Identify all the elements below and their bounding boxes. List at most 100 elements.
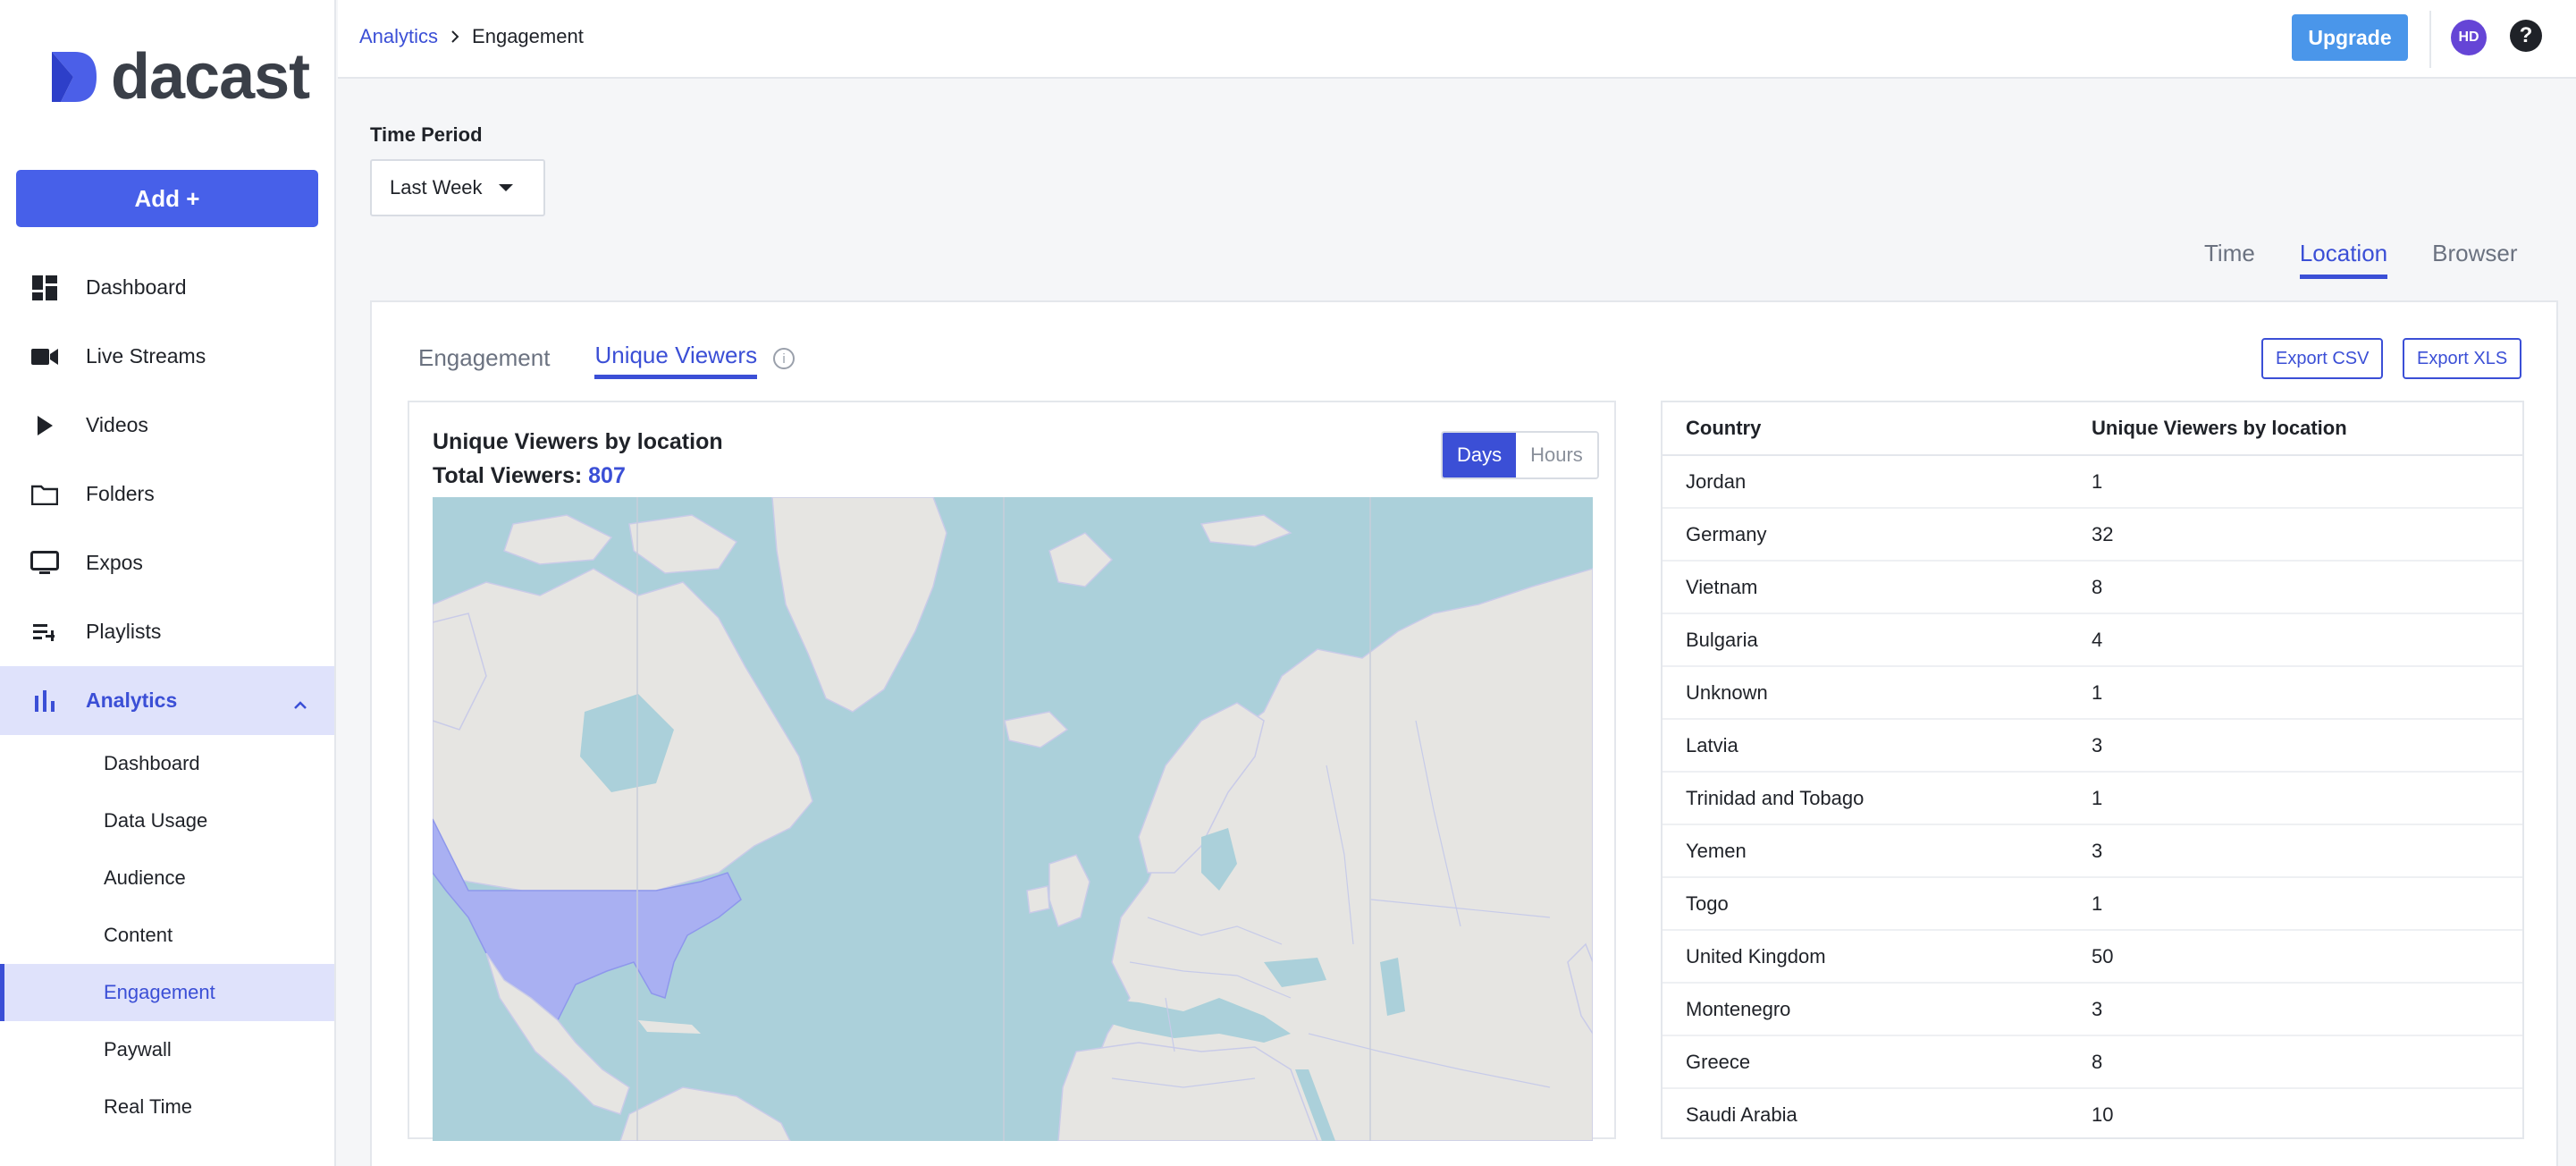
subnav-item-content[interactable]: Content: [0, 907, 334, 964]
tab-engagement[interactable]: Engagement: [418, 344, 550, 377]
table-row: Saudi Arabia 10: [1663, 1089, 2522, 1137]
play-icon: [30, 411, 59, 440]
logo[interactable]: dacast: [48, 41, 310, 113]
viewers-cell: 10: [2092, 1103, 2114, 1126]
country-cell: Trinidad and Tobago: [1686, 786, 1865, 809]
table-row: Trinidad and Tobago 1: [1663, 773, 2522, 825]
add-button[interactable]: Add +: [16, 170, 318, 227]
column-header-country[interactable]: Country: [1663, 417, 2092, 440]
sidebar-item-videos[interactable]: Videos: [0, 391, 334, 460]
info-icon[interactable]: i: [773, 348, 796, 369]
table-header: Country Unique Viewers by location: [1663, 402, 2522, 456]
sidebar-item-label: Analytics: [86, 689, 178, 712]
viewers-cell: 1: [2092, 680, 2103, 704]
table-body: Jordan 1 Germany 32 Vietnam 8 Bulgaria 4 Unknown…: [1663, 456, 2522, 1137]
sidebar-item-analytics[interactable]: Analytics: [0, 666, 334, 735]
viewers-cell: 3: [2092, 839, 2103, 862]
analytics-card: Engagement Unique Viewers i Export CSV E…: [370, 300, 2558, 1166]
world-map-svg: [433, 497, 1593, 1141]
avatar[interactable]: HD: [2451, 20, 2487, 55]
dimension-tabs: Time Location Browser: [2204, 240, 2517, 279]
table-row: Vietnam 8: [1663, 562, 2522, 614]
country-cell: Togo: [1686, 891, 1729, 915]
brand-name: dacast: [111, 41, 310, 113]
monitor-icon: [30, 549, 59, 578]
table-row: Togo 1: [1663, 878, 2522, 931]
top-header: Analytics Engagement: [338, 0, 2576, 79]
subnav-item-audience[interactable]: Audience: [0, 849, 334, 907]
export-csv-button[interactable]: Export CSV: [2261, 338, 2384, 379]
world-map[interactable]: [433, 497, 1593, 1141]
sidebar-item-label: Live Streams: [86, 344, 206, 368]
header-divider: [2429, 11, 2431, 68]
subnav-item-dashboard[interactable]: Dashboard: [0, 735, 334, 792]
country-cell: Unknown: [1686, 680, 1768, 704]
hours-toggle-button[interactable]: Hours: [1516, 433, 1597, 477]
subnav-item-engagement[interactable]: Engagement: [0, 964, 334, 1021]
table-row: Yemen 3: [1663, 825, 2522, 878]
chevron-right-icon: [450, 30, 459, 44]
total-viewers-label: Total Viewers:: [433, 463, 583, 488]
tab-time[interactable]: Time: [2204, 240, 2255, 279]
viewers-cell: 1: [2092, 891, 2103, 915]
sidebar-item-folders[interactable]: Folders: [0, 460, 334, 528]
table-row: Latvia 3: [1663, 720, 2522, 773]
viewers-cell: 1: [2092, 786, 2103, 809]
total-viewers-value: 807: [588, 463, 626, 488]
folder-icon: [30, 480, 59, 509]
viewers-cell: 1: [2092, 469, 2103, 493]
table-row: Bulgaria 4: [1663, 614, 2522, 667]
sidebar-item-label: Dashboard: [86, 275, 187, 299]
subnav-item-real-time[interactable]: Real Time: [0, 1078, 334, 1136]
time-period-value: Last Week: [390, 176, 483, 199]
sidebar-item-expos[interactable]: Expos: [0, 528, 334, 597]
sidebar-item-label: Videos: [86, 413, 148, 436]
tab-browser[interactable]: Browser: [2432, 240, 2517, 279]
country-cell: Greece: [1686, 1050, 1751, 1073]
bar-chart-icon: [30, 687, 59, 715]
country-cell: United Kingdom: [1686, 944, 1826, 967]
subnav-item-data-usage[interactable]: Data Usage: [0, 792, 334, 849]
help-icon[interactable]: ?: [2510, 20, 2542, 52]
breadcrumb-current: Engagement: [472, 25, 584, 47]
country-cell: Bulgaria: [1686, 628, 1758, 651]
viewers-cell: 8: [2092, 575, 2103, 598]
sidebar-item-playlists[interactable]: Playlists: [0, 597, 334, 666]
time-period-dropdown[interactable]: Last Week: [370, 159, 545, 216]
sidebar-nav: Dashboard Live Streams Videos Folders Ex…: [0, 253, 334, 1136]
app-root: dacast Add + Dashboard Live Streams Vide…: [0, 0, 2576, 1166]
granularity-toggle: Days Hours: [1441, 431, 1599, 479]
upgrade-button[interactable]: Upgrade: [2292, 14, 2408, 61]
country-cell: Saudi Arabia: [1686, 1103, 1797, 1126]
video-camera-icon: [30, 342, 59, 371]
table-row: Jordan 1: [1663, 456, 2522, 509]
viewers-cell: 3: [2092, 733, 2103, 756]
dashboard-icon: [30, 274, 59, 302]
table-row: Greece 8: [1663, 1036, 2522, 1089]
subnav-item-paywall[interactable]: Paywall: [0, 1021, 334, 1078]
chevron-up-icon[interactable]: [293, 691, 307, 715]
sidebar-item-label: Playlists: [86, 620, 162, 643]
sidebar-item-live-streams[interactable]: Live Streams: [0, 322, 334, 391]
map-panel: Unique Viewers by location Total Viewers…: [408, 401, 1616, 1141]
content-tabs: Engagement Unique Viewers i: [418, 342, 796, 379]
country-cell: Vietnam: [1686, 575, 1758, 598]
column-header-unique-viewers[interactable]: Unique Viewers by location: [2092, 417, 2347, 440]
sidebar-item-label: Folders: [86, 482, 155, 505]
location-table: Country Unique Viewers by location Jorda…: [1661, 401, 2524, 1139]
country-cell: Yemen: [1686, 839, 1747, 862]
time-period-label: Time Period: [370, 123, 483, 146]
tab-location[interactable]: Location: [2299, 240, 2388, 279]
export-xls-button[interactable]: Export XLS: [2403, 338, 2522, 379]
table-row: Germany 32: [1663, 509, 2522, 562]
days-toggle-button[interactable]: Days: [1443, 433, 1517, 477]
table-row: United Kingdom 50: [1663, 931, 2522, 984]
caret-down-icon: [498, 184, 513, 191]
sidebar-item-label: Expos: [86, 551, 143, 574]
sidebar-item-dashboard[interactable]: Dashboard: [0, 253, 334, 322]
viewers-cell: 3: [2092, 997, 2103, 1020]
dacast-logo-icon: [52, 52, 97, 102]
breadcrumb-analytics-link[interactable]: Analytics: [359, 25, 438, 48]
tab-unique-viewers[interactable]: Unique Viewers: [594, 342, 758, 379]
total-viewers: Total Viewers: 807: [433, 463, 626, 489]
